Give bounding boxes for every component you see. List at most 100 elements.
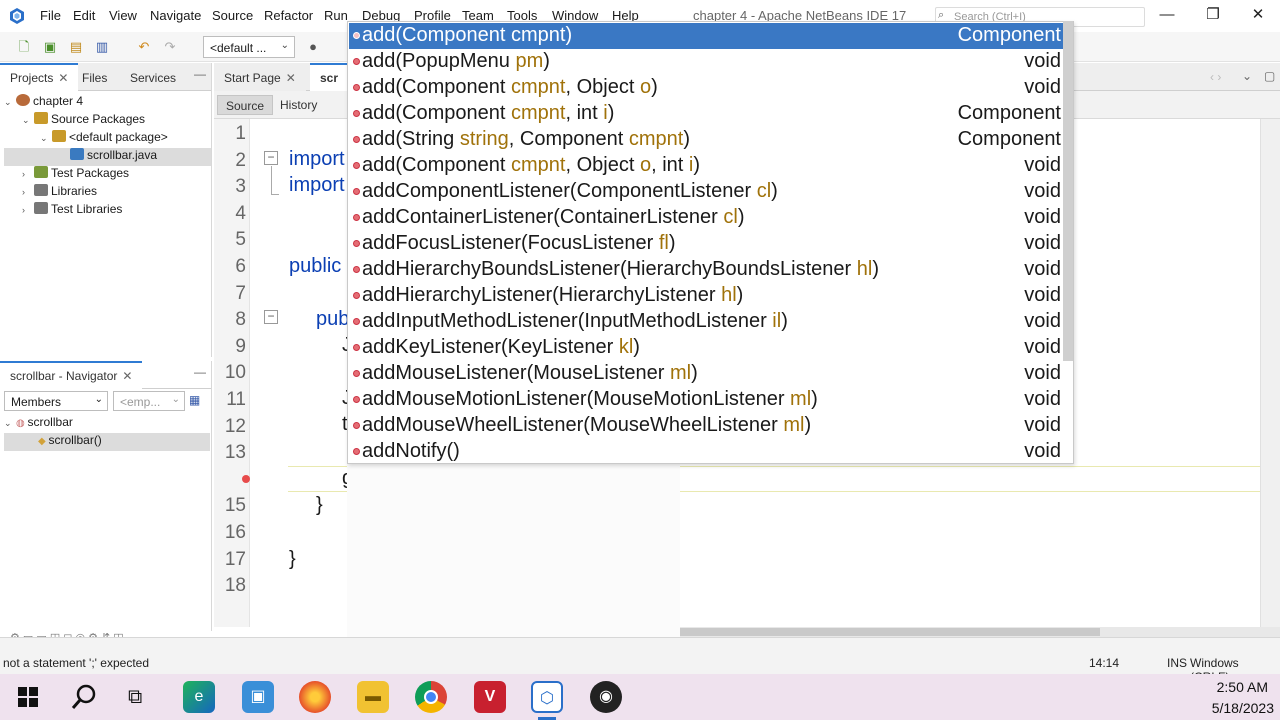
app-icon[interactable]: V [474,681,506,713]
completion-item[interactable]: addMouseListener(MouseListener ml) void [349,361,1065,387]
editor-vertical-scrollbar[interactable] [1260,119,1280,627]
undo-icon[interactable]: ↶ [134,37,154,57]
chrome-icon[interactable] [415,681,447,713]
tree-item[interactable]: › Libraries [4,184,211,202]
tab-scroll-icons[interactable]: ‹ › [1210,70,1221,84]
chevron-right-icon[interactable]: › [22,205,34,215]
chevron-down-icon[interactable]: ⌄ [4,418,16,429]
completion-item[interactable]: addKeyListener(KeyListener kl) void [349,335,1065,361]
tab-services[interactable]: Services [120,63,186,91]
file-explorer-icon[interactable]: ▬ [357,681,389,713]
fold-icon[interactable]: − [264,310,278,324]
tree-item[interactable]: ⌄ <default package> [4,130,211,148]
tab-scrollbar-java[interactable]: scr [310,63,349,91]
chevron-right-icon[interactable]: › [22,169,34,179]
save-all-icon[interactable]: ▥ [92,37,112,57]
completion-signature: add(Component cmpnt, int i) [362,102,615,124]
menu-run[interactable]: Run [324,8,348,23]
completion-item[interactable]: addMouseMotionListener(MouseMotionListen… [349,387,1065,413]
tab-projects[interactable]: Projects ✕ [0,63,79,91]
close-icon[interactable]: ✕ [286,71,296,85]
open-project-icon[interactable]: ▤ [66,37,86,57]
method-icon [353,266,360,273]
configuration-select[interactable]: <default ... ⌄ [203,36,295,58]
completion-return-type: void [1024,414,1061,436]
navigator-item[interactable]: ⌄ ◍ scrollbar [4,415,210,433]
tree-item[interactable]: › Test Packages [4,166,211,184]
minimize-panel-icon[interactable]: — [194,365,206,379]
editor-horizontal-scrollbar[interactable] [680,627,1280,637]
restore-button[interactable]: ❐ [1198,4,1228,26]
tab-start-page[interactable]: Start Page ✕ [214,63,306,91]
app-icon[interactable]: ▣ [242,681,274,713]
navigator-item[interactable]: ◆ scrollbar() [4,433,210,451]
search-icon[interactable] [70,683,98,711]
completion-item[interactable]: addNotify() void [349,439,1065,465]
members-select[interactable]: Members ⌄ [4,391,108,411]
minimize-button[interactable]: — [1152,4,1182,26]
edge-browser-icon[interactable]: e [183,681,215,713]
tree-item[interactable]: scrollbar.java [4,148,211,166]
chevron-down-icon[interactable]: ⌄ [1242,69,1252,83]
fold-icon[interactable]: − [264,151,278,165]
completion-item[interactable]: addFocusListener(FocusListener fl) void [349,231,1065,257]
menu-view[interactable]: View [109,8,137,23]
close-icon[interactable]: ✕ [122,369,132,383]
completion-item[interactable]: add(Component cmpnt, Object o) void [349,75,1065,101]
chevron-down-icon[interactable]: ⌄ [22,115,34,126]
completion-item[interactable]: add(PopupMenu pm) void [349,49,1065,75]
completion-item[interactable]: addInputMethodListener(InputMethodListen… [349,309,1065,335]
completion-scrollbar[interactable] [1063,21,1073,361]
completion-item[interactable]: addHierarchyListener(HierarchyListener h… [349,283,1065,309]
chevron-down-icon[interactable]: ⌄ [4,97,16,108]
firefox-icon[interactable] [299,681,331,713]
maximize-editor-icon[interactable]: ▢ [1264,69,1275,83]
tab-navigator[interactable]: scrollbar - Navigator ✕ [0,361,143,389]
tree-item[interactable]: › Test Libraries [4,202,211,220]
clock-date[interactable]: 5/18/2023 [1180,700,1274,716]
close-button[interactable]: ✕ [1243,4,1273,26]
menu-source[interactable]: Source [212,8,253,23]
netbeans-logo-icon [10,8,24,24]
completion-item[interactable]: add(Component cmpnt) Component [349,23,1065,49]
tree-item-label: scrollbar.java [87,148,158,162]
obs-icon[interactable]: ◉ [590,681,622,713]
filter-select[interactable]: <emp... ⌄ [113,391,185,411]
minimize-panel-icon[interactable]: — [194,67,206,81]
menu-file[interactable]: File [40,8,61,23]
error-mark-icon[interactable] [242,475,250,483]
globe-icon[interactable]: ● [303,37,323,57]
completion-item[interactable]: addMouseWheelListener(MouseWheelListener… [349,413,1065,439]
chevron-down-icon: ⌄ [94,394,103,405]
clock-time[interactable]: 2:50 AM [1180,679,1268,695]
chevron-down-icon[interactable]: ⌄ [40,133,52,144]
new-project-icon[interactable]: ▣ [40,37,60,57]
tab-files[interactable]: Files [72,63,117,91]
caret-position[interactable]: 14:14 [1089,656,1119,670]
redo-icon[interactable]: ↷ [160,37,180,57]
navigator-options-icon[interactable]: ▦ [189,393,200,407]
chevron-right-icon[interactable]: › [22,187,34,197]
completion-signature: add(PopupMenu pm) [362,50,550,72]
menu-navigate[interactable]: Navigate [150,8,201,23]
menu-edit[interactable]: Edit [73,8,95,23]
completion-item[interactable]: addHierarchyBoundsListener(HierarchyBoun… [349,257,1065,283]
completion-item[interactable]: add(Component cmpnt, int i) Component [349,101,1065,127]
completion-item[interactable]: addContainerListener(ContainerListener c… [349,205,1065,231]
close-icon[interactable]: ✕ [58,71,68,85]
scroll-thumb[interactable] [680,628,1100,636]
completion-item[interactable]: add(Component cmpnt, Object o, int i) voi… [349,153,1065,179]
tree-item[interactable]: ⌄ Source Packages [4,112,211,130]
new-file-icon[interactable]: 🗋 [14,37,34,57]
completion-item[interactable]: addComponentListener(ComponentListener c… [349,179,1065,205]
history-view-button[interactable]: History [272,95,325,115]
completion-item[interactable]: add(String string, Component cmpnt) Compo… [349,127,1065,153]
netbeans-taskbar-icon[interactable]: ⬡ [531,681,563,713]
tree-item[interactable]: ⌄ chapter 4 [4,94,211,112]
menu-refactor[interactable]: Refactor [264,8,313,23]
task-view-icon[interactable]: ⧉ [128,686,142,709]
source-view-button[interactable]: Source [217,95,274,115]
insert-mode[interactable]: INS [1167,656,1187,670]
completion-signature: addHierarchyBoundsListener(HierarchyBoun… [362,258,879,280]
windows-start-icon[interactable] [18,687,38,707]
